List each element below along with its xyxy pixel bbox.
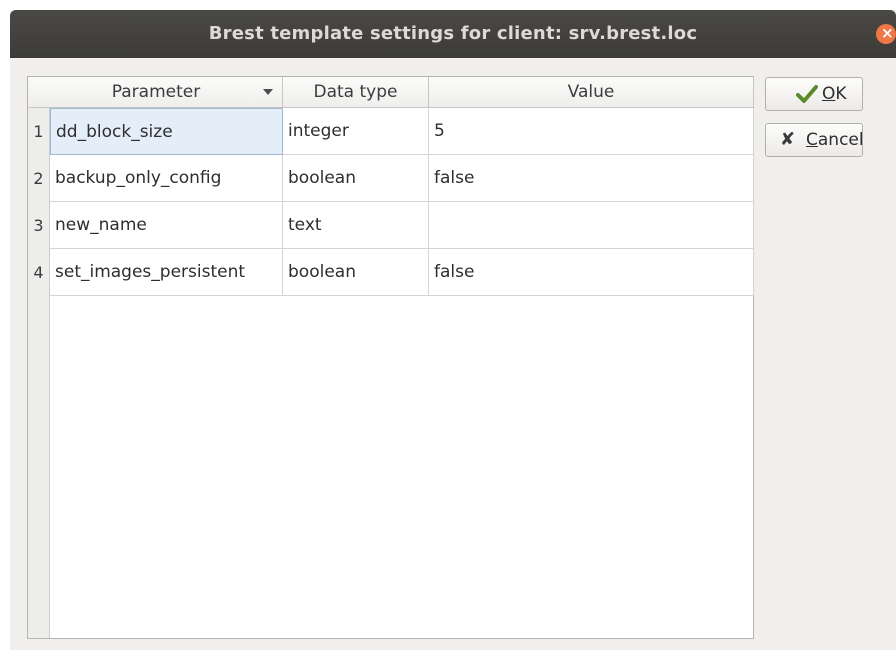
window-title: Brest template settings for client: srv.… — [208, 23, 698, 44]
ok-label: OK — [822, 84, 847, 104]
close-window-button[interactable]: × — [876, 24, 896, 44]
cancel-label: Cancel — [806, 130, 864, 150]
column-header-value[interactable]: Value — [429, 77, 754, 107]
cell-value[interactable]: false — [429, 155, 754, 202]
settings-table: Parameter Data type Value 1 dd_block_siz… — [27, 76, 754, 639]
cell-data-type[interactable]: integer — [283, 108, 429, 155]
row-number[interactable]: 1 — [28, 108, 49, 155]
sort-down-icon — [263, 89, 273, 95]
dialog-window: Brest template settings for client: srv.… — [10, 10, 896, 650]
column-header-label: Data type — [313, 82, 398, 102]
cell-parameter[interactable]: dd_block_size — [50, 108, 283, 155]
cancel-button[interactable]: ✘ Cancel — [765, 123, 864, 157]
row-number[interactable]: 2 — [28, 155, 49, 202]
cell-parameter[interactable]: set_images_persistent — [50, 249, 283, 296]
column-header-data-type[interactable]: Data type — [283, 77, 429, 107]
cell-data-type[interactable]: boolean — [283, 249, 429, 296]
cancel-x-icon: ✘ — [780, 129, 796, 150]
column-header-label: Value — [567, 82, 615, 102]
cell-value[interactable]: 5 — [429, 108, 754, 155]
cell-value[interactable]: false — [429, 249, 754, 296]
cell-data-type[interactable]: boolean — [283, 155, 429, 202]
row-number[interactable]: 3 — [28, 202, 49, 249]
close-icon: × — [881, 24, 894, 42]
column-header-parameter[interactable]: Parameter — [50, 77, 283, 107]
cell-parameter[interactable]: new_name — [50, 202, 283, 249]
title-bar[interactable]: Brest template settings for client: srv.… — [10, 10, 896, 58]
cell-value[interactable] — [429, 202, 754, 249]
ok-button[interactable]: OK — [765, 77, 863, 111]
cell-data-type[interactable]: text — [283, 202, 429, 249]
row-number[interactable]: 4 — [28, 249, 49, 296]
cell-parameter[interactable]: backup_only_config — [50, 155, 283, 202]
table-header: Parameter Data type Value — [28, 77, 754, 108]
column-header-label: Parameter — [111, 82, 201, 102]
ok-check-icon — [796, 78, 818, 110]
